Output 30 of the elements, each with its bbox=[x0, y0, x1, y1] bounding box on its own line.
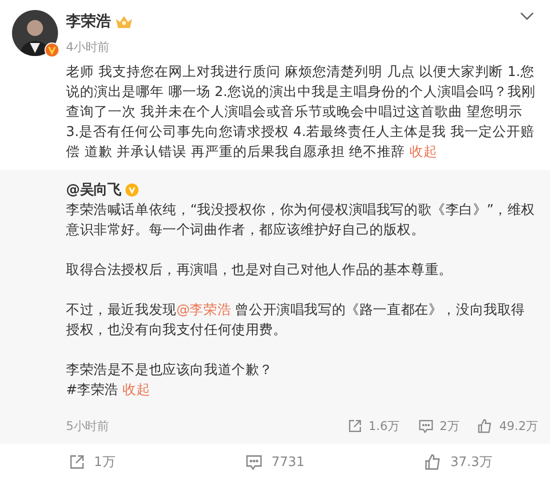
chevron-down-icon[interactable] bbox=[520, 12, 534, 20]
repost-time: 5小时前 bbox=[66, 418, 110, 435]
repost-paragraph: 取得合法授权后，再演唱，也是对自己对他人作品的基本尊重。 bbox=[66, 261, 454, 280]
mention-link[interactable]: @李荣浩 bbox=[176, 302, 232, 318]
crown-icon bbox=[115, 14, 133, 28]
thumbs-up-icon bbox=[477, 418, 494, 434]
collapse-link[interactable]: 收起 bbox=[409, 144, 438, 160]
share-button[interactable]: 1万 bbox=[0, 452, 184, 472]
comment-button[interactable]: 2万 bbox=[418, 418, 460, 434]
repost-paragraph: 不过，最近我发现@李荣浩 曾公开演唱我写的《路一直都在》，没向我取得授权，也没有向我支付任何使用费。 bbox=[66, 301, 526, 340]
hashtag-link[interactable]: #李荣浩 bbox=[66, 382, 119, 398]
like-button[interactable]: 49.2万 bbox=[477, 418, 538, 434]
verified-icon bbox=[44, 42, 60, 58]
like-button[interactable]: 37.3万 bbox=[366, 452, 550, 472]
collapse-link[interactable]: 收起 bbox=[122, 382, 150, 398]
share-button[interactable]: 1.6万 bbox=[346, 418, 400, 434]
avatar[interactable] bbox=[12, 10, 58, 56]
share-icon bbox=[68, 453, 86, 471]
share-icon bbox=[346, 418, 363, 434]
user-name[interactable]: 李荣浩 bbox=[66, 12, 111, 31]
post-time: 4小时前 bbox=[66, 39, 111, 56]
comment-icon bbox=[245, 453, 264, 471]
comment-button[interactable]: 7731 bbox=[183, 452, 367, 472]
repost-paragraph: 李荣浩是不是也应该向我道个歉？ bbox=[66, 361, 274, 380]
verified-icon bbox=[125, 183, 140, 197]
thumbs-up-icon bbox=[424, 453, 442, 471]
repost-paragraph: 李荣浩喊话单依纯，“我没授权你，你为何侵权演唱我写的歌《李白》”，维权意识非常好。每一个词曲作者，都应该维护好自己的版权。 bbox=[66, 201, 536, 240]
comment-icon bbox=[418, 418, 434, 434]
post-text: 老师 我支持您在网上对我进行质问 麻烦您清楚列明 几点 以便大家判断 1.您说的演出是哪年 哪一场 2.您说的演出中我是主唱身份的个人演唱会吗？我刚查询了一次 我并未在个人演唱会或音乐节或晚会中唱过这首歌曲 望您明示 3.是否有任何公司事先向您请求授权 4.若最终责任人主体是我 我一定公开赔偿 道歉 并承认错误 再严重的后果我自愿承担 绝不推辞 收起 bbox=[66, 64, 536, 160]
repost-author[interactable]: @吴向飞 bbox=[66, 180, 122, 200]
